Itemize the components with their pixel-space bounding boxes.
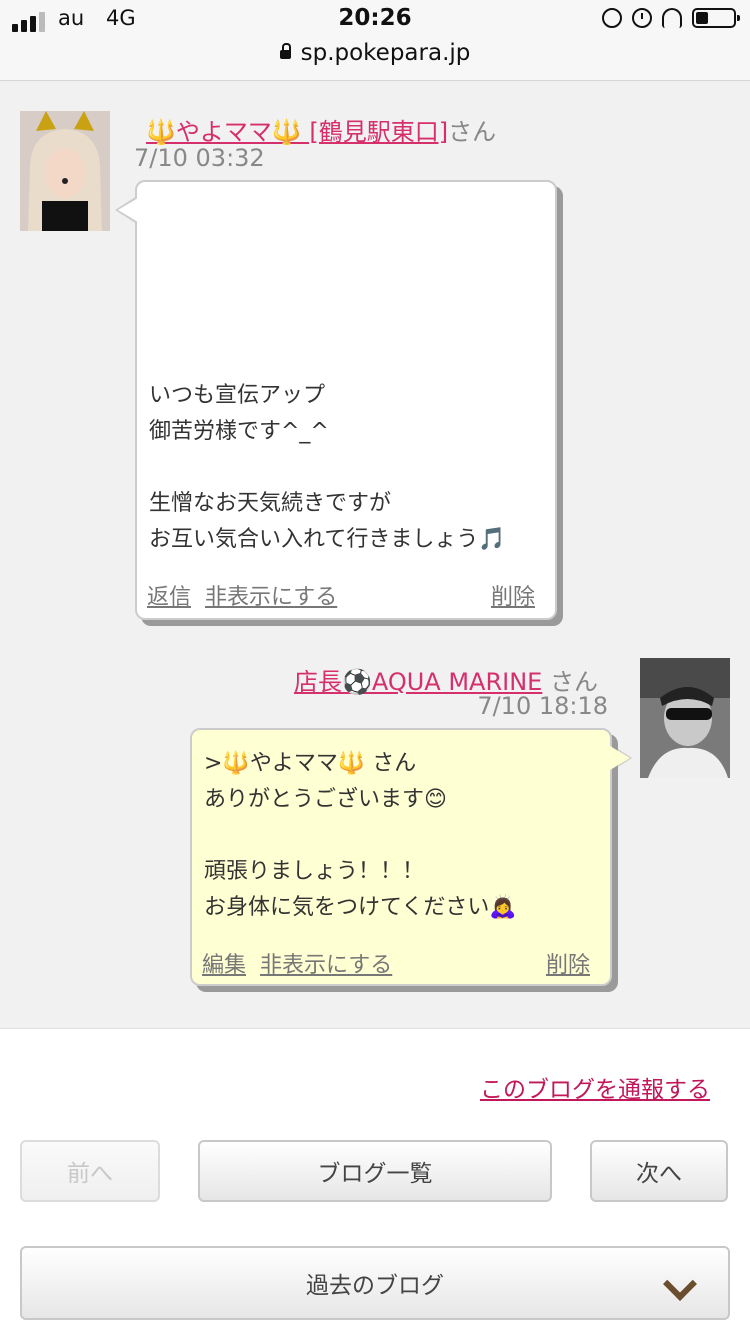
battery-icon (692, 8, 740, 28)
comment-author-line: 🔱やよママ🔱 [鶴見駅東口]さん (146, 112, 496, 147)
headphones-icon (662, 8, 682, 28)
blog-list-button[interactable]: ブログ一覧 (198, 1140, 552, 1202)
avatar[interactable] (640, 658, 730, 778)
report-blog-link[interactable]: このブログを通報する (480, 1070, 710, 1104)
hide-link[interactable]: 非表示にする (260, 953, 392, 978)
author-link[interactable]: 🔱やよママ🔱 [鶴見駅東口] (146, 118, 448, 146)
reply-link[interactable]: 返信 (147, 585, 191, 610)
avatar[interactable] (20, 111, 110, 231)
status-icons (602, 8, 740, 28)
comment-date: 7/10 03:32 (134, 144, 265, 172)
address-bar[interactable]: sp.pokepara.jp (0, 40, 750, 66)
next-button[interactable]: 次へ (590, 1140, 728, 1202)
url-text: sp.pokepara.jp (300, 40, 471, 66)
lock-icon (279, 43, 291, 59)
prev-button[interactable]: 前へ (20, 1140, 160, 1202)
comment-bubble: いつも宣伝アップ 御苦労様です^_^ 生憎なお天気続きですが お互い気合い入れて… (135, 180, 557, 620)
past-blogs-label: 過去のブログ (306, 1273, 444, 1299)
delete-link[interactable]: 削除 (491, 585, 535, 610)
rotation-lock-icon (602, 8, 622, 28)
alarm-icon (632, 8, 652, 28)
reply-bubble: >🔱やよママ🔱 さん ありがとうございます😊 頑張りましょう！！！ お身体に気を… (190, 728, 612, 986)
past-blogs-button[interactable]: 過去のブログ (20, 1246, 730, 1320)
comment-body: >🔱やよママ🔱 さん ありがとうございます😊 頑張りましょう！！！ お身体に気を… (204, 751, 517, 920)
hide-link[interactable]: 非表示にする (205, 585, 337, 610)
edit-link[interactable]: 編集 (202, 953, 246, 978)
author-suffix: さん (448, 118, 497, 146)
delete-link[interactable]: 削除 (546, 953, 590, 978)
comment-date: 7/10 18:18 (477, 692, 608, 720)
comment-body: いつも宣伝アップ 御苦労様です^_^ 生憎なお天気続きですが お互い気合い入れて… (149, 383, 506, 552)
comment-actions: 返信 非表示にする (147, 580, 337, 616)
comment-actions: 編集 非表示にする (202, 948, 392, 984)
bubble-tail-fill (610, 746, 630, 770)
bubble-tail-fill (118, 198, 138, 222)
